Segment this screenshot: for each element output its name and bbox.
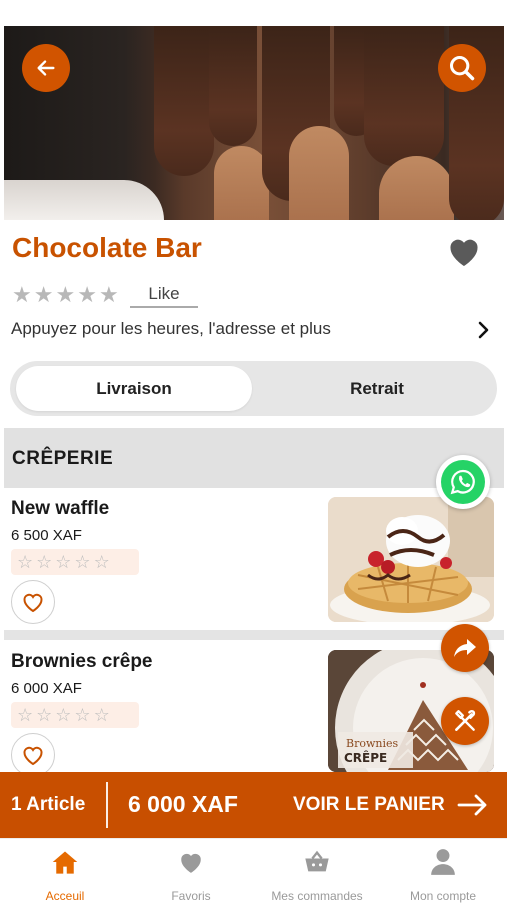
waffle-image[interactable] <box>328 497 494 622</box>
crepe-image-text-1: Brownies <box>346 737 398 750</box>
heart-outline-icon <box>23 593 43 613</box>
tab-acceuil[interactable]: Acceuil <box>2 847 128 903</box>
chevron-right-icon[interactable] <box>476 320 492 340</box>
favorite-item-button[interactable] <box>11 733 55 777</box>
star-outline-icon: ☆ <box>55 705 72 725</box>
item-name[interactable]: Brownies crêpe <box>11 651 153 673</box>
menu-restaurant-button[interactable] <box>441 697 489 745</box>
whatsapp-icon <box>450 469 475 495</box>
item-name[interactable]: New waffle <box>11 498 109 520</box>
restaurant-name: Chocolate Bar <box>12 232 202 263</box>
star-outline-icon: ☆ <box>36 705 53 725</box>
star-icon: ★ <box>98 282 119 307</box>
item-divider <box>4 630 504 640</box>
star-outline-icon: ☆ <box>74 705 91 725</box>
tab-mon-compte[interactable]: Mon compte <box>380 847 506 903</box>
bottom-tab-bar: Acceuil Favoris Mes commandes Mon compte <box>0 838 507 903</box>
cart-divider <box>106 782 108 828</box>
tab-label: Mes commandes <box>271 889 363 903</box>
item-rating-stars[interactable]: ☆ ☆ ☆ ☆ ☆ <box>11 702 139 728</box>
favorite-restaurant-heart-icon[interactable] <box>446 234 482 268</box>
heart-outline-icon <box>23 746 43 766</box>
arrow-right-icon[interactable] <box>457 794 489 816</box>
tab-label: Acceuil <box>45 889 85 903</box>
basket-icon <box>305 850 329 872</box>
whatsapp-button[interactable] <box>436 455 490 509</box>
tab-label: Mon compte <box>409 889 477 903</box>
menu-section-header: CRÊPERIE <box>4 428 504 488</box>
star-outline-icon: ☆ <box>93 705 110 725</box>
restaurant-info-link[interactable]: Appuyez pour les heures, l'adresse et pl… <box>11 319 331 339</box>
item-rating-stars[interactable]: ☆ ☆ ☆ ☆ ☆ <box>11 549 139 575</box>
star-icon: ★ <box>55 282 76 307</box>
item-price: 6 000 XAF <box>11 680 82 697</box>
star-outline-icon: ☆ <box>55 552 72 572</box>
share-button[interactable] <box>441 624 489 672</box>
cart-total: 6 000 XAF <box>128 791 238 817</box>
delivery-mode-toggle: Livraison Retrait <box>10 361 497 416</box>
home-icon <box>52 851 78 874</box>
back-arrow-icon <box>37 60 55 76</box>
favorite-item-button[interactable] <box>11 580 55 624</box>
star-outline-icon: ☆ <box>17 552 34 572</box>
tab-favoris[interactable]: Favoris <box>128 847 254 903</box>
star-icon: ★ <box>77 282 97 307</box>
tab-livraison[interactable]: Livraison <box>16 366 252 411</box>
cart-item-count: 1 Article <box>11 794 86 815</box>
restaurant-rating-stars[interactable]: ★ ★ ★ ★ ★ <box>12 284 119 306</box>
tab-mes-commandes[interactable]: Mes commandes <box>254 847 380 903</box>
back-button[interactable] <box>22 44 70 92</box>
user-icon <box>431 849 455 875</box>
item-price: 6 500 XAF <box>11 527 82 544</box>
tab-label: Favoris <box>171 889 211 903</box>
crepe-image-text-2: CRÊPE <box>344 750 387 765</box>
share-icon <box>454 639 476 657</box>
restaurant-cover-image <box>4 26 504 220</box>
star-outline-icon: ☆ <box>93 552 110 572</box>
search-button[interactable] <box>438 44 486 92</box>
like-button[interactable]: Like <box>130 284 198 308</box>
heart-icon <box>181 853 201 873</box>
fork-knife-icon <box>455 710 476 731</box>
star-outline-icon: ☆ <box>36 552 53 572</box>
section-title: CRÊPERIE <box>12 448 114 469</box>
star-outline-icon: ☆ <box>17 705 34 725</box>
view-cart-button[interactable]: VOIR LE PANIER <box>293 794 445 816</box>
search-icon <box>449 55 475 81</box>
tab-retrait[interactable]: Retrait <box>262 366 492 411</box>
cart-bar[interactable]: 1 Article 6 000 XAF VOIR LE PANIER <box>0 772 507 838</box>
star-icon: ★ <box>12 282 32 307</box>
star-icon: ★ <box>33 282 54 307</box>
star-outline-icon: ☆ <box>74 552 91 572</box>
